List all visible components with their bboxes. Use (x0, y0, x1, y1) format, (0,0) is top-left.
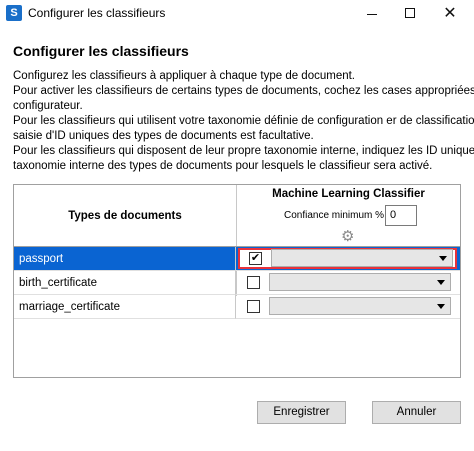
doc-type-name: passport (14, 247, 236, 271)
classifier-title: Machine Learning Classifier (272, 188, 425, 200)
classifier-cell (236, 295, 460, 319)
classifier-cell-editor: ✔ (238, 248, 457, 269)
table-row[interactable]: birth_certificate (14, 271, 460, 295)
doc-type-name: birth_certificate (14, 271, 236, 295)
enable-checkbox[interactable] (247, 276, 260, 289)
maximize-icon (405, 8, 415, 19)
page-title: Configurer les classifieurs (13, 43, 189, 59)
confidence-input[interactable]: 0 (385, 205, 417, 226)
description-line: Pour les classifieurs qui disposent de l… (13, 145, 474, 157)
taxonomy-select[interactable] (271, 249, 453, 267)
enable-checkbox[interactable]: ✔ (249, 252, 262, 265)
classifier-cell-editor (238, 272, 457, 293)
window-title: Configurer les classifieurs (28, 6, 166, 20)
gear-icon[interactable]: ⚙ (341, 229, 354, 244)
confidence-label: Confiance minimum % (284, 210, 385, 221)
classifier-cell (236, 271, 460, 295)
cancel-button[interactable]: Annuler (372, 401, 461, 424)
minimize-icon (367, 13, 377, 15)
taxonomy-select[interactable] (269, 273, 451, 291)
description-line: saisie d'ID uniques des types de documen… (13, 130, 314, 142)
description-line: taxonomie interne des types de documents… (13, 160, 433, 172)
classifier-header: Machine Learning Classifier Confiance mi… (237, 185, 460, 247)
chevron-down-icon (439, 256, 447, 261)
classifier-cell-editor (238, 296, 457, 317)
title-bar: S Configurer les classifieurs ✕ (0, 0, 474, 27)
description-line: configurateur. (13, 100, 83, 112)
minimize-button[interactable] (354, 0, 390, 27)
classifier-cell: ✔ (236, 247, 460, 271)
close-button[interactable]: ✕ (432, 0, 468, 27)
table-row[interactable]: passport ✔ (14, 247, 460, 271)
doc-types-header: Types de documents (68, 210, 182, 222)
enable-checkbox[interactable] (247, 300, 260, 313)
description-line: Configurez les classifieurs à appliquer … (13, 70, 356, 82)
chevron-down-icon (437, 280, 445, 285)
description: Configurez les classifieurs à appliquer … (13, 69, 474, 174)
check-icon: ✔ (250, 252, 261, 264)
close-icon: ✕ (443, 5, 457, 22)
app-icon: S (6, 5, 22, 21)
table-row[interactable]: marriage_certificate (14, 295, 460, 319)
description-line: Pour les classifieurs qui utilisent votr… (13, 115, 474, 127)
maximize-button[interactable] (392, 0, 428, 27)
classifier-grid: Types de documents Machine Learning Clas… (13, 184, 461, 378)
taxonomy-select[interactable] (269, 297, 451, 315)
chevron-down-icon (437, 304, 445, 309)
doc-type-name: marriage_certificate (14, 295, 236, 319)
save-button[interactable]: Enregistrer (257, 401, 346, 424)
description-line: Pour activer les classifieurs de certain… (13, 85, 474, 97)
